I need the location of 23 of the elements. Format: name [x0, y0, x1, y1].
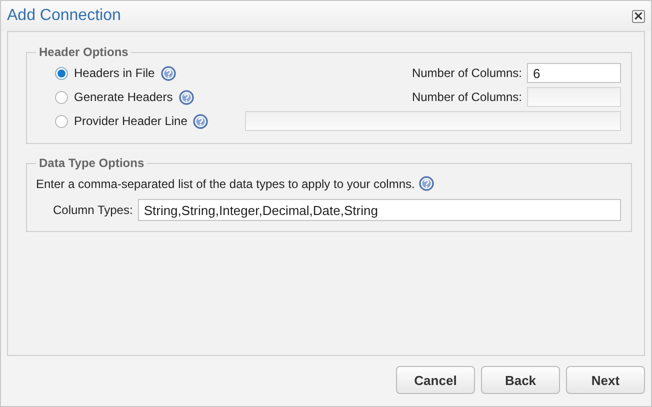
description-text: Enter a comma-separated list of the data types to apply to your colmns. — [36, 176, 415, 190]
field-label: Number of Columns: — [412, 90, 522, 104]
column-types-field[interactable]: String,String,Integer,Decimal,Date,String — [138, 199, 621, 221]
window-title: Add Connection — [7, 7, 121, 25]
radio-button[interactable] — [55, 66, 68, 80]
cancel-button[interactable]: Cancel — [396, 366, 475, 394]
help-icon[interactable] — [418, 176, 434, 191]
section-legend: Header Options — [36, 45, 132, 59]
back-button[interactable]: Back — [481, 366, 560, 394]
next-button[interactable]: Next — [566, 366, 645, 394]
radio-button[interactable] — [55, 90, 68, 104]
help-icon[interactable] — [193, 114, 208, 128]
help-icon[interactable] — [178, 90, 194, 104]
field-label: Number of Columns: — [412, 66, 522, 80]
close-button[interactable]: × — [632, 10, 645, 22]
help-icon[interactable] — [160, 66, 176, 80]
number-field[interactable]: 6 — [527, 63, 621, 83]
radio-label: Generate Headers — [74, 90, 173, 104]
radio-label: Headers in File — [74, 66, 155, 80]
section-legend: Data Type Options — [36, 156, 148, 170]
field-label: Column Types: — [53, 203, 133, 217]
radio-button[interactable] — [55, 114, 68, 128]
radio-label: Provider Header Line — [74, 114, 188, 128]
